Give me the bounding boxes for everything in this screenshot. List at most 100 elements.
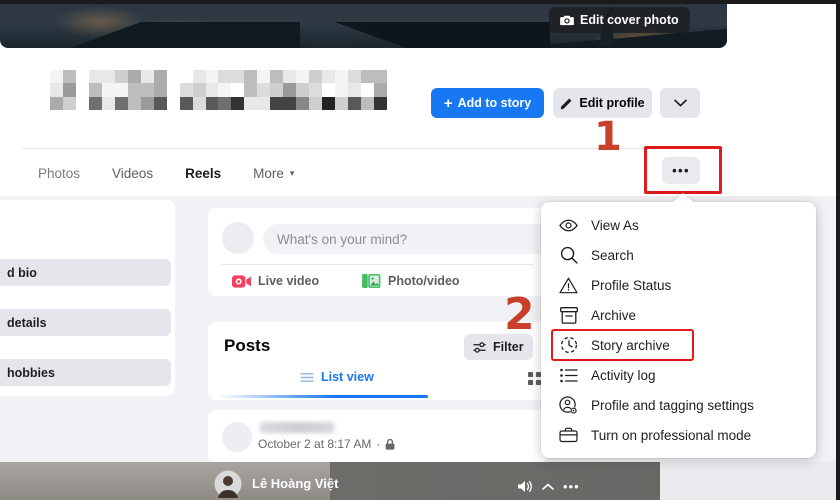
mosaic-cell [218, 83, 232, 97]
menu-item-activity-log[interactable]: Activity log [541, 360, 816, 390]
tab-more-label: More [253, 165, 284, 181]
plus-icon: + [443, 94, 453, 112]
profile-name-censored [50, 70, 387, 110]
mosaic-cell [348, 96, 362, 110]
tab-more[interactable]: More ▾ [237, 166, 310, 181]
posts-title: Posts [224, 336, 271, 355]
video-author-avatar[interactable] [214, 470, 242, 498]
menu-item-turn-on-professional-mode-label: Turn on professional mode [591, 427, 752, 443]
mosaic-cell [322, 83, 336, 97]
photo-video-icon [362, 273, 381, 289]
mosaic-cell [335, 96, 349, 110]
mosaic-cell [50, 70, 63, 84]
intro-edit-details-button[interactable]: details [0, 309, 171, 336]
mosaic-cell [244, 96, 258, 110]
volume-icon[interactable] [518, 480, 533, 493]
composer-actions: Live video Photo/video [222, 268, 470, 294]
mosaic-cell [127, 70, 141, 84]
mosaic-cell [140, 96, 154, 110]
tab-reels[interactable]: Reels [169, 166, 237, 181]
mosaic-cell [192, 83, 206, 97]
mosaic-cell [88, 70, 102, 84]
post-card: October 2 at 8:17 AM · [208, 410, 548, 462]
mosaic-cell [192, 96, 206, 110]
composer-photo-video-label: Photo/video [388, 274, 460, 288]
mosaic-cell [50, 96, 63, 110]
mosaic-cell [179, 70, 193, 84]
live-video-icon [232, 274, 251, 288]
menu-item-profile-and-tagging-settings[interactable]: Profile and tagging settings [541, 390, 816, 420]
mosaic-cell [127, 83, 141, 97]
profile-tabs: Photos Videos Reels More ▾ [22, 158, 310, 188]
mosaic-cell [361, 70, 375, 84]
grid-icon[interactable] [528, 372, 541, 385]
annotation-marker-1: 1 [594, 114, 622, 160]
list-icon [300, 372, 314, 382]
mosaic-cell [231, 96, 245, 110]
posts-filter-label: Filter [493, 340, 524, 354]
mosaic-cell [348, 70, 362, 84]
composer-placeholder: What's on your mind? [277, 231, 408, 247]
mosaic-cell [296, 83, 310, 97]
video-strip-right-background [660, 462, 840, 500]
mosaic-cell [374, 83, 387, 97]
composer-divider [222, 264, 534, 265]
intro-add-hobbies-button[interactable]: hobbies [0, 359, 171, 386]
posts-list-view-tab[interactable]: List view [300, 370, 374, 384]
posts-header-card: Posts Filter List view [208, 322, 548, 400]
camera-icon [560, 15, 574, 26]
tab-photos[interactable]: Photos [22, 166, 96, 181]
composer-photo-video-button[interactable]: Photo/video [352, 268, 470, 294]
menu-item-archive[interactable]: Archive [541, 300, 816, 330]
mosaic-cell [374, 96, 387, 110]
composer-live-video-button[interactable]: Live video [222, 268, 352, 294]
tab-photos-label: Photos [38, 165, 81, 181]
menu-item-search[interactable]: Search [541, 240, 816, 270]
video-author-name: Lê Hoàng Việt [252, 476, 339, 491]
tab-videos[interactable]: Videos [96, 166, 169, 181]
chevron-icon[interactable] [542, 483, 554, 491]
composer-avatar[interactable] [222, 222, 254, 254]
menu-item-profile-status-label: Profile Status [591, 277, 672, 293]
menu-item-view-as[interactable]: View As [541, 210, 816, 240]
edit-profile-label: Edit profile [579, 96, 645, 110]
menu-item-profile-status[interactable]: Profile Status [541, 270, 816, 300]
screenshot-root: Edit cover photo + Add to story Edit pro… [0, 0, 840, 500]
mosaic-cell [270, 83, 284, 97]
mosaic-cell [205, 70, 219, 84]
intro-edit-details-label: details [7, 315, 47, 330]
mosaic-cell [140, 70, 154, 84]
highlight-box-story-archive [551, 329, 694, 361]
ellipsis-icon[interactable]: ••• [563, 480, 580, 493]
mosaic-cell [257, 83, 271, 97]
sliders-icon [473, 341, 486, 353]
mosaic-cell [218, 70, 232, 84]
post-author-avatar[interactable] [222, 422, 252, 452]
mosaic-cell [62, 83, 76, 97]
add-to-story-button[interactable]: + Add to story [431, 88, 544, 118]
mosaic-cell [75, 96, 89, 110]
intro-add-bio-button[interactable]: d bio [0, 259, 171, 286]
pencil-icon [561, 97, 572, 109]
archive-box-icon [559, 306, 578, 325]
mosaic-cell [231, 83, 245, 97]
mosaic-cell [88, 83, 102, 97]
posts-list-view-label: List view [321, 370, 374, 384]
posts-view-active-indicator [218, 395, 428, 398]
mosaic-cell [257, 70, 271, 84]
briefcase-icon [559, 426, 578, 445]
mosaic-cell [270, 70, 284, 84]
edit-cover-photo-button[interactable]: Edit cover photo [549, 7, 690, 33]
mosaic-cell [88, 96, 102, 110]
search-icon [559, 246, 578, 265]
mosaic-cell [309, 96, 323, 110]
chevron-down-icon: ▾ [289, 167, 295, 178]
browser-frame-top [0, 0, 840, 4]
mosaic-cell [114, 83, 128, 97]
composer-input[interactable]: What's on your mind? [263, 224, 563, 254]
mosaic-cell [153, 70, 167, 84]
intro-add-bio-label: d bio [7, 265, 37, 280]
profile-actions-dropdown-button[interactable] [660, 88, 700, 118]
eye-icon [559, 216, 578, 235]
menu-item-turn-on-professional-mode[interactable]: Turn on professional mode [541, 420, 816, 450]
